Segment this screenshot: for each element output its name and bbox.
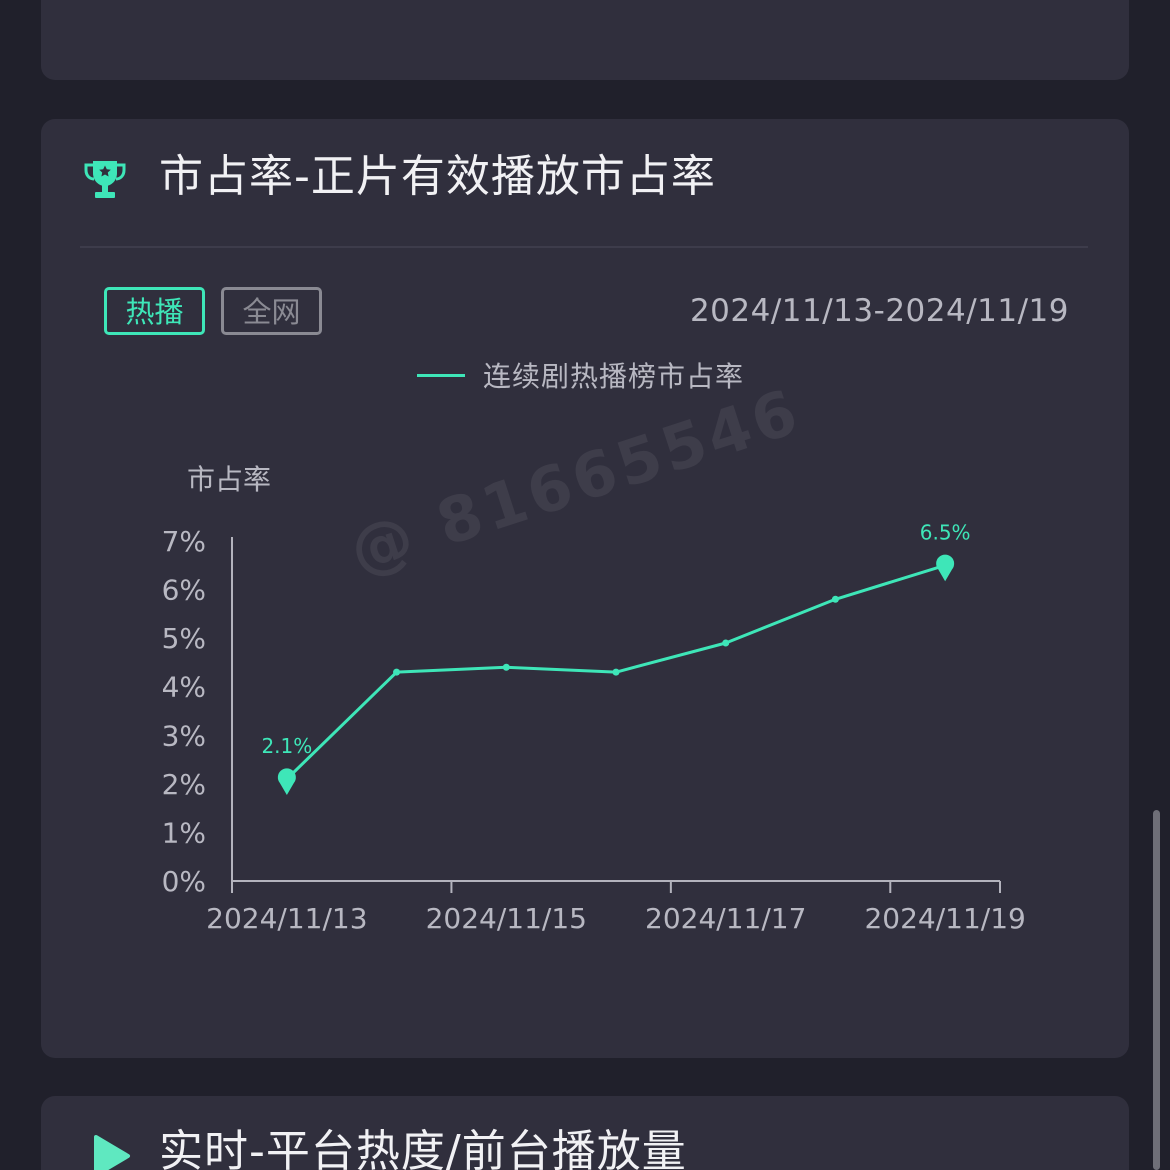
data-point (393, 668, 401, 676)
y-tick-label: 4% (162, 671, 206, 704)
y-tick-label: 5% (162, 622, 206, 655)
play-icon (94, 1135, 130, 1170)
y-tick-label: 3% (162, 719, 206, 752)
data-point (502, 663, 510, 671)
scrollbar[interactable] (1153, 810, 1160, 1170)
y-tick-label: 1% (162, 816, 206, 849)
y-tick-label: 0% (162, 865, 206, 898)
data-point (831, 595, 839, 603)
x-tick-label: 2024/11/15 (426, 902, 587, 935)
x-tick-label: 2024/11/13 (206, 902, 367, 935)
realtime-card: 实时-平台热度/前台播放量 (41, 1096, 1129, 1170)
annotation-pin (277, 768, 296, 795)
previous-card (41, 0, 1129, 80)
data-label: 6.5% (920, 520, 971, 544)
data-point (722, 639, 730, 647)
market-share-chart: 市占率 0% 1% 2% 3% 4% 5% 6% 7% 2024/11/13 2024/11/15 2… (162, 463, 1026, 935)
y-tick-label: 6% (162, 574, 206, 607)
x-tick-label: 2024/11/19 (864, 902, 1025, 935)
market-share-card: 市占率-正片有效播放市占率 热播 全网 2024/11/13-2024/11/1… (41, 119, 1129, 1058)
x-tick-label: 2024/11/17 (645, 902, 806, 935)
y-axis-label: 市占率 (187, 463, 271, 496)
y-tick-label: 2% (162, 768, 206, 801)
data-point (612, 668, 620, 676)
card-title: 实时-平台热度/前台播放量 (159, 1126, 687, 1170)
y-tick-label: 7% (162, 525, 206, 558)
page: 市占率-正片有效播放市占率 热播 全网 2024/11/13-2024/11/1… (0, 0, 1170, 1170)
annotation-pin (936, 554, 955, 582)
data-label: 2.1% (261, 734, 312, 758)
